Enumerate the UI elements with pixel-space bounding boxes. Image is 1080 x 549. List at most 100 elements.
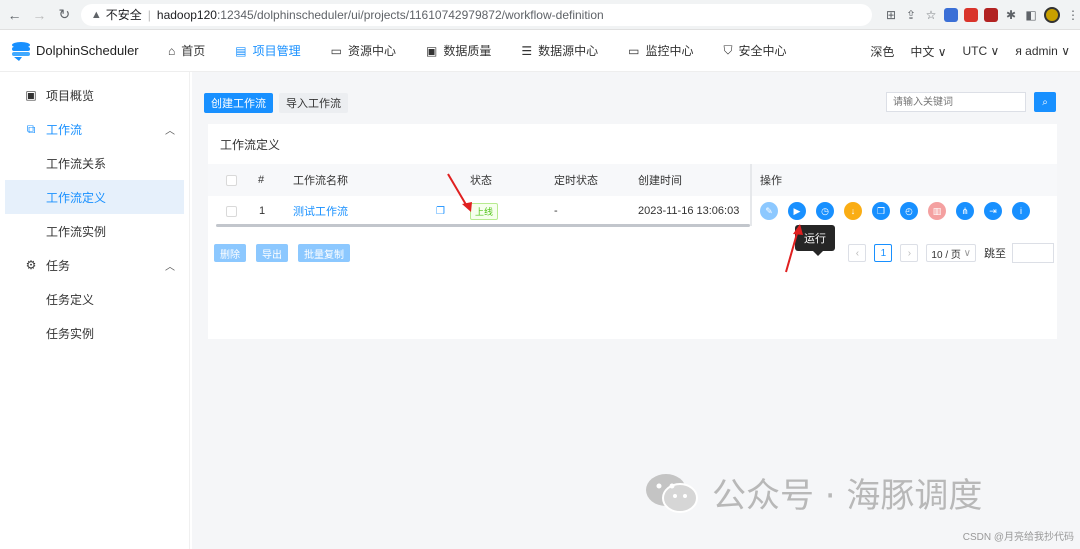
sidebar-item-workflow-relation[interactable]: 工作流关系 bbox=[0, 146, 189, 180]
search-button[interactable]: ⌕ bbox=[1034, 92, 1056, 112]
export-button[interactable]: ⇥ bbox=[984, 202, 1002, 220]
nav-resource[interactable]: ▭ 资源中心 bbox=[331, 42, 396, 59]
extension-red-icon[interactable] bbox=[963, 7, 978, 22]
back-icon[interactable]: ← bbox=[4, 4, 25, 26]
tree-view-button[interactable]: ⋔ bbox=[956, 202, 974, 220]
chevron-up-icon: ︿ bbox=[165, 261, 175, 273]
cron-manage-button[interactable]: ◴ bbox=[900, 202, 918, 220]
export-batch-button[interactable]: 导出 bbox=[256, 244, 288, 262]
chevron-up-icon: ︿ bbox=[165, 125, 175, 137]
logo[interactable]: DolphinScheduler bbox=[10, 40, 150, 62]
row-index: 1 bbox=[259, 205, 266, 217]
nav-monitor[interactable]: ▭ 监控中心 bbox=[628, 42, 693, 59]
delete-batch-button[interactable]: 删除 bbox=[214, 244, 246, 262]
operation-buttons: ✎ ▶ ◷ ↓ ❐ ◴ ▥ ⋔ ⇥ i bbox=[760, 196, 1040, 226]
fixed-column-divider bbox=[750, 164, 752, 226]
menu-dots-icon[interactable]: ⋮ bbox=[1066, 8, 1080, 22]
copy-name-button[interactable]: ❐ bbox=[436, 196, 445, 226]
schedule-status: - bbox=[554, 205, 558, 217]
timezone-select[interactable]: UTC ∨ bbox=[963, 44, 1000, 58]
chevron-down-icon: ∨ bbox=[990, 44, 1000, 58]
search-input[interactable] bbox=[886, 92, 1026, 112]
nav-home[interactable]: ⌂ 首页 bbox=[168, 42, 205, 59]
wechat-logo-icon bbox=[646, 473, 698, 513]
page-number[interactable]: 1 bbox=[874, 244, 893, 262]
translate-icon[interactable]: ⊞ bbox=[884, 8, 898, 22]
status-badge: 上线 bbox=[470, 202, 499, 220]
download-icon: ↓ bbox=[850, 206, 856, 216]
user-menu[interactable]: ᴙ admin ∨ bbox=[1015, 44, 1070, 58]
language-label: 中文 bbox=[910, 44, 935, 59]
top-nav: ⌂ 首页 ▤ 项目管理 ▭ 资源中心 ▣ 数据质量 ☰ 数据源中心 ▭ 监控中心 ⛉ 安全中心 bbox=[168, 42, 817, 59]
star-icon[interactable]: ☆ bbox=[924, 8, 938, 22]
version-info-button[interactable]: i bbox=[1012, 202, 1030, 220]
nav-data-quality-label: 数据质量 bbox=[443, 44, 492, 58]
sidebar-item-task-instance[interactable]: 任务实例 bbox=[0, 316, 189, 350]
gear-icon: ⚙ bbox=[25, 258, 37, 272]
nav-datasource[interactable]: ☰ 数据源中心 bbox=[521, 42, 598, 59]
batch-copy-button[interactable]: 批量复制 bbox=[298, 244, 350, 262]
reload-icon[interactable]: ↻ bbox=[54, 4, 75, 26]
import-workflow-button[interactable]: 导入工作流 bbox=[279, 93, 348, 113]
jump-page-input[interactable] bbox=[1012, 243, 1054, 263]
column-header-schedule-status: 定时状态 bbox=[554, 175, 598, 187]
clock-icon: ◷ bbox=[821, 205, 829, 216]
user-label: admin bbox=[1025, 44, 1058, 58]
edit-icon: ✎ bbox=[765, 205, 773, 216]
select-all-checkbox[interactable] bbox=[226, 164, 237, 196]
table-footer: 删除 导出 批量复制 ‹ 1 › 10 / 页 ∨ 跳至 bbox=[214, 242, 1054, 264]
sidebar-item-workflow-instance[interactable]: 工作流实例 bbox=[0, 214, 189, 248]
clock-icon: ◴ bbox=[905, 205, 913, 216]
pagination: ‹ 1 › 10 / 页 ∨ 跳至 bbox=[848, 242, 1054, 264]
forward-icon[interactable]: → bbox=[29, 4, 50, 26]
overview-icon: ▣ bbox=[25, 88, 37, 102]
column-header-status: 状态 bbox=[470, 175, 492, 187]
column-header-created: 创建时间 bbox=[638, 175, 682, 187]
offline-button[interactable]: ↓ bbox=[844, 202, 862, 220]
delete-button[interactable]: ▥ bbox=[928, 202, 946, 220]
card-title: 工作流定义 bbox=[220, 138, 281, 152]
table-header: # 工作流名称 状态 定时状态 创建时间 操作 bbox=[208, 164, 1057, 196]
table-horizontal-scrollbar[interactable] bbox=[216, 224, 750, 227]
watermark-text: 公众号 · 海豚调度 bbox=[712, 476, 983, 516]
page-size-select[interactable]: 10 / 页 ∨ bbox=[926, 244, 976, 262]
puzzle-icon[interactable]: ✱ bbox=[1004, 8, 1018, 22]
profile-avatar-icon[interactable] bbox=[1043, 6, 1060, 23]
sidebar-item-workflow[interactable]: ⧉ 工作流 ︿ bbox=[0, 112, 189, 146]
warning-icon: ▲ bbox=[90, 8, 102, 21]
next-page-button[interactable]: › bbox=[900, 244, 919, 262]
checkbox[interactable] bbox=[226, 174, 237, 186]
theme-toggle[interactable]: 深色 bbox=[870, 43, 894, 60]
create-workflow-button[interactable]: 创建工作流 bbox=[204, 93, 273, 113]
nav-security-label: 安全中心 bbox=[738, 44, 787, 58]
copy-workflow-button[interactable]: ❐ bbox=[872, 202, 890, 220]
timing-button[interactable]: ◷ bbox=[816, 202, 834, 220]
sidepanel-icon[interactable]: ◧ bbox=[1024, 8, 1038, 22]
sidebar-item-overview[interactable]: ▣ 项目概览 bbox=[0, 78, 189, 112]
address-bar[interactable]: ▲ 不安全 | hadoop120:12345/dolphinscheduler… bbox=[80, 3, 872, 26]
workflow-name-link[interactable]: 测试工作流 bbox=[293, 196, 348, 226]
checkbox[interactable] bbox=[226, 205, 237, 217]
info-icon: i bbox=[1020, 206, 1022, 216]
nav-data-quality[interactable]: ▣ 数据质量 bbox=[426, 42, 491, 59]
nav-project[interactable]: ▤ 项目管理 bbox=[235, 42, 300, 59]
language-select[interactable]: 中文 ∨ bbox=[910, 43, 946, 60]
extension-shield-icon[interactable] bbox=[983, 7, 998, 22]
prev-page-button[interactable]: ‹ bbox=[848, 244, 867, 262]
database-icon: ☰ bbox=[521, 43, 533, 58]
sidebar-item-task-definition[interactable]: 任务定义 bbox=[0, 282, 189, 316]
data-quality-icon: ▣ bbox=[425, 43, 438, 58]
run-button[interactable]: ▶ bbox=[788, 202, 806, 220]
chevron-down-icon: ∨ bbox=[963, 247, 971, 259]
sidebar-item-workflow-definition[interactable]: 工作流定义 bbox=[5, 180, 184, 214]
edit-button[interactable]: ✎ bbox=[760, 202, 778, 220]
row-checkbox[interactable] bbox=[226, 196, 237, 226]
workflow-definition-card: 工作流定义 # 工作流名称 状态 定时状态 创建时间 操作 1 测试工作流 ❐ … bbox=[208, 124, 1057, 339]
nav-security[interactable]: ⛉ 安全中心 bbox=[723, 42, 786, 59]
play-icon: ▶ bbox=[793, 205, 801, 216]
sidebar-item-label: 任务定义 bbox=[46, 292, 95, 307]
extension-blue-icon[interactable] bbox=[943, 7, 958, 22]
jump-label: 跳至 bbox=[984, 248, 1006, 260]
share-icon[interactable]: ⇪ bbox=[904, 8, 918, 22]
sidebar-item-task[interactable]: ⚙ 任务 ︿ bbox=[0, 248, 189, 282]
